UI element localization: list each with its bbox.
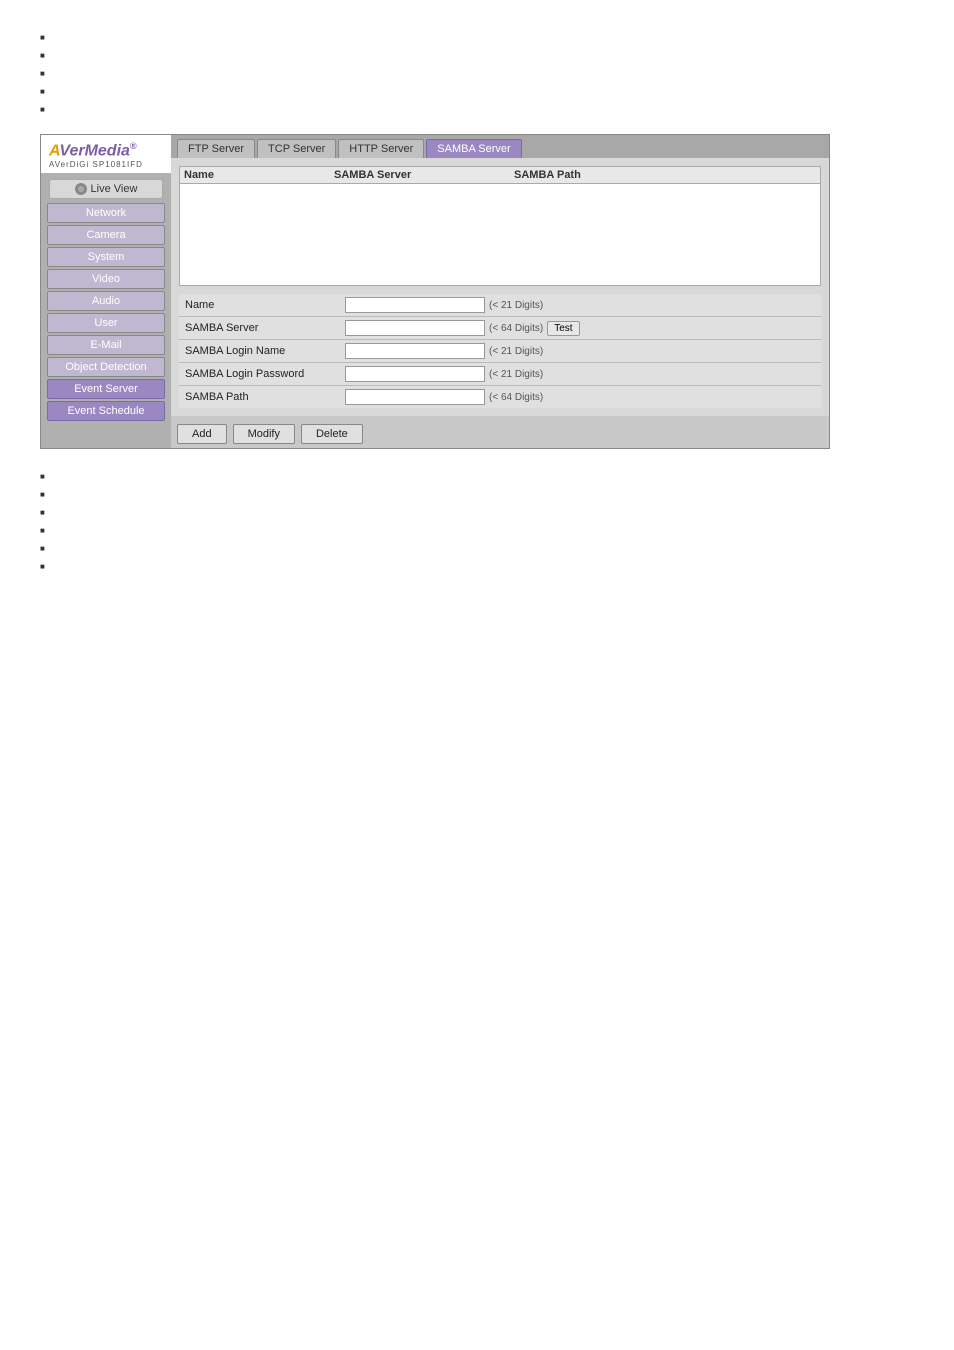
- digit-hint-3: (< 21 Digits): [489, 369, 543, 380]
- sidebar-nav-network[interactable]: Network: [47, 203, 165, 223]
- bullet-item: [40, 559, 914, 573]
- sidebar: AVerMedia® AVerDiGi SP1081IFD Live View …: [41, 135, 171, 448]
- bullet-item: [40, 541, 914, 555]
- bullet-item: [40, 66, 914, 80]
- sidebar-nav-event-server[interactable]: Event Server: [47, 379, 165, 399]
- table-body: [180, 184, 820, 274]
- form-row-0: Name (< 21 Digits): [179, 294, 821, 317]
- content-area: FTP ServerTCP ServerHTTP ServerSAMBA Ser…: [171, 135, 829, 448]
- table-header: Name SAMBA Server SAMBA Path: [180, 167, 820, 184]
- logo-reg: ®: [130, 141, 137, 151]
- tab-samba-server[interactable]: SAMBA Server: [426, 139, 521, 158]
- form-input-2[interactable]: [345, 343, 485, 359]
- bullet-item: [40, 487, 914, 501]
- tab-ftp-server[interactable]: FTP Server: [177, 139, 255, 158]
- form-fields: Name (< 21 Digits) SAMBA Server (< 64 Digit…: [179, 294, 821, 408]
- tab-http-server[interactable]: HTTP Server: [338, 139, 424, 158]
- nav-items: NetworkCameraSystemVideoAudioUserE-MailO…: [41, 203, 171, 421]
- form-row-1: SAMBA Server (< 64 Digits) Test: [179, 317, 821, 340]
- sidebar-nav-audio[interactable]: Audio: [47, 291, 165, 311]
- form-input-3[interactable]: [345, 366, 485, 382]
- logo-subtitle: AVerDiGi SP1081IFD: [49, 160, 163, 169]
- form-row-3: SAMBA Login Password (< 21 Digits): [179, 363, 821, 386]
- live-view-button[interactable]: Live View: [49, 179, 163, 199]
- form-label-3: SAMBA Login Password: [185, 368, 345, 380]
- modify-button[interactable]: Modify: [233, 424, 295, 444]
- digit-hint-2: (< 21 Digits): [489, 346, 543, 357]
- bullet-item: [40, 48, 914, 62]
- form-input-1[interactable]: [345, 320, 485, 336]
- col-header-samba-server: SAMBA Server: [334, 169, 514, 181]
- content-inner: Name SAMBA Server SAMBA Path Name (< 21 D…: [171, 158, 829, 416]
- bullet-item: [40, 505, 914, 519]
- top-bullets: [40, 30, 914, 116]
- sidebar-nav-camera[interactable]: Camera: [47, 225, 165, 245]
- button-bar: Add Modify Delete: [171, 416, 829, 448]
- test-button-1[interactable]: Test: [547, 321, 579, 336]
- form-label-1: SAMBA Server: [185, 322, 345, 334]
- live-view-icon: [75, 183, 87, 195]
- form-input-4[interactable]: [345, 389, 485, 405]
- sidebar-nav-user[interactable]: User: [47, 313, 165, 333]
- form-label-4: SAMBA Path: [185, 391, 345, 403]
- bullet-item: [40, 523, 914, 537]
- data-table-area: Name SAMBA Server SAMBA Path: [179, 166, 821, 286]
- digit-hint-0: (< 21 Digits): [489, 300, 543, 311]
- bottom-bullets: [40, 469, 914, 573]
- bullet-item: [40, 84, 914, 98]
- sidebar-nav-e-mail[interactable]: E-Mail: [47, 335, 165, 355]
- add-button[interactable]: Add: [177, 424, 227, 444]
- logo-a: A: [49, 142, 59, 159]
- form-label-2: SAMBA Login Name: [185, 345, 345, 357]
- logo-brand: AVerMedia®: [49, 141, 163, 160]
- main-panel: AVerMedia® AVerDiGi SP1081IFD Live View …: [40, 134, 830, 449]
- sidebar-nav-object-detection[interactable]: Object Detection: [47, 357, 165, 377]
- col-header-name: Name: [184, 169, 334, 181]
- tab-tcp-server[interactable]: TCP Server: [257, 139, 336, 158]
- col-header-samba-path: SAMBA Path: [514, 169, 816, 181]
- bullet-item: [40, 30, 914, 44]
- tab-bar: FTP ServerTCP ServerHTTP ServerSAMBA Ser…: [171, 135, 829, 158]
- sidebar-nav-video[interactable]: Video: [47, 269, 165, 289]
- form-input-0[interactable]: [345, 297, 485, 313]
- sidebar-nav-event-schedule[interactable]: Event Schedule: [47, 401, 165, 421]
- form-row-2: SAMBA Login Name (< 21 Digits): [179, 340, 821, 363]
- form-label-0: Name: [185, 299, 345, 311]
- delete-button[interactable]: Delete: [301, 424, 363, 444]
- digit-hint-4: (< 64 Digits): [489, 392, 543, 403]
- logo-rest: VerMedia: [59, 142, 130, 159]
- digit-hint-1: (< 64 Digits): [489, 323, 543, 334]
- live-view-label: Live View: [91, 183, 138, 195]
- bullet-item: [40, 469, 914, 483]
- logo-area: AVerMedia® AVerDiGi SP1081IFD: [41, 135, 171, 173]
- form-row-4: SAMBA Path (< 64 Digits): [179, 386, 821, 408]
- sidebar-nav-system[interactable]: System: [47, 247, 165, 267]
- bullet-item: [40, 102, 914, 116]
